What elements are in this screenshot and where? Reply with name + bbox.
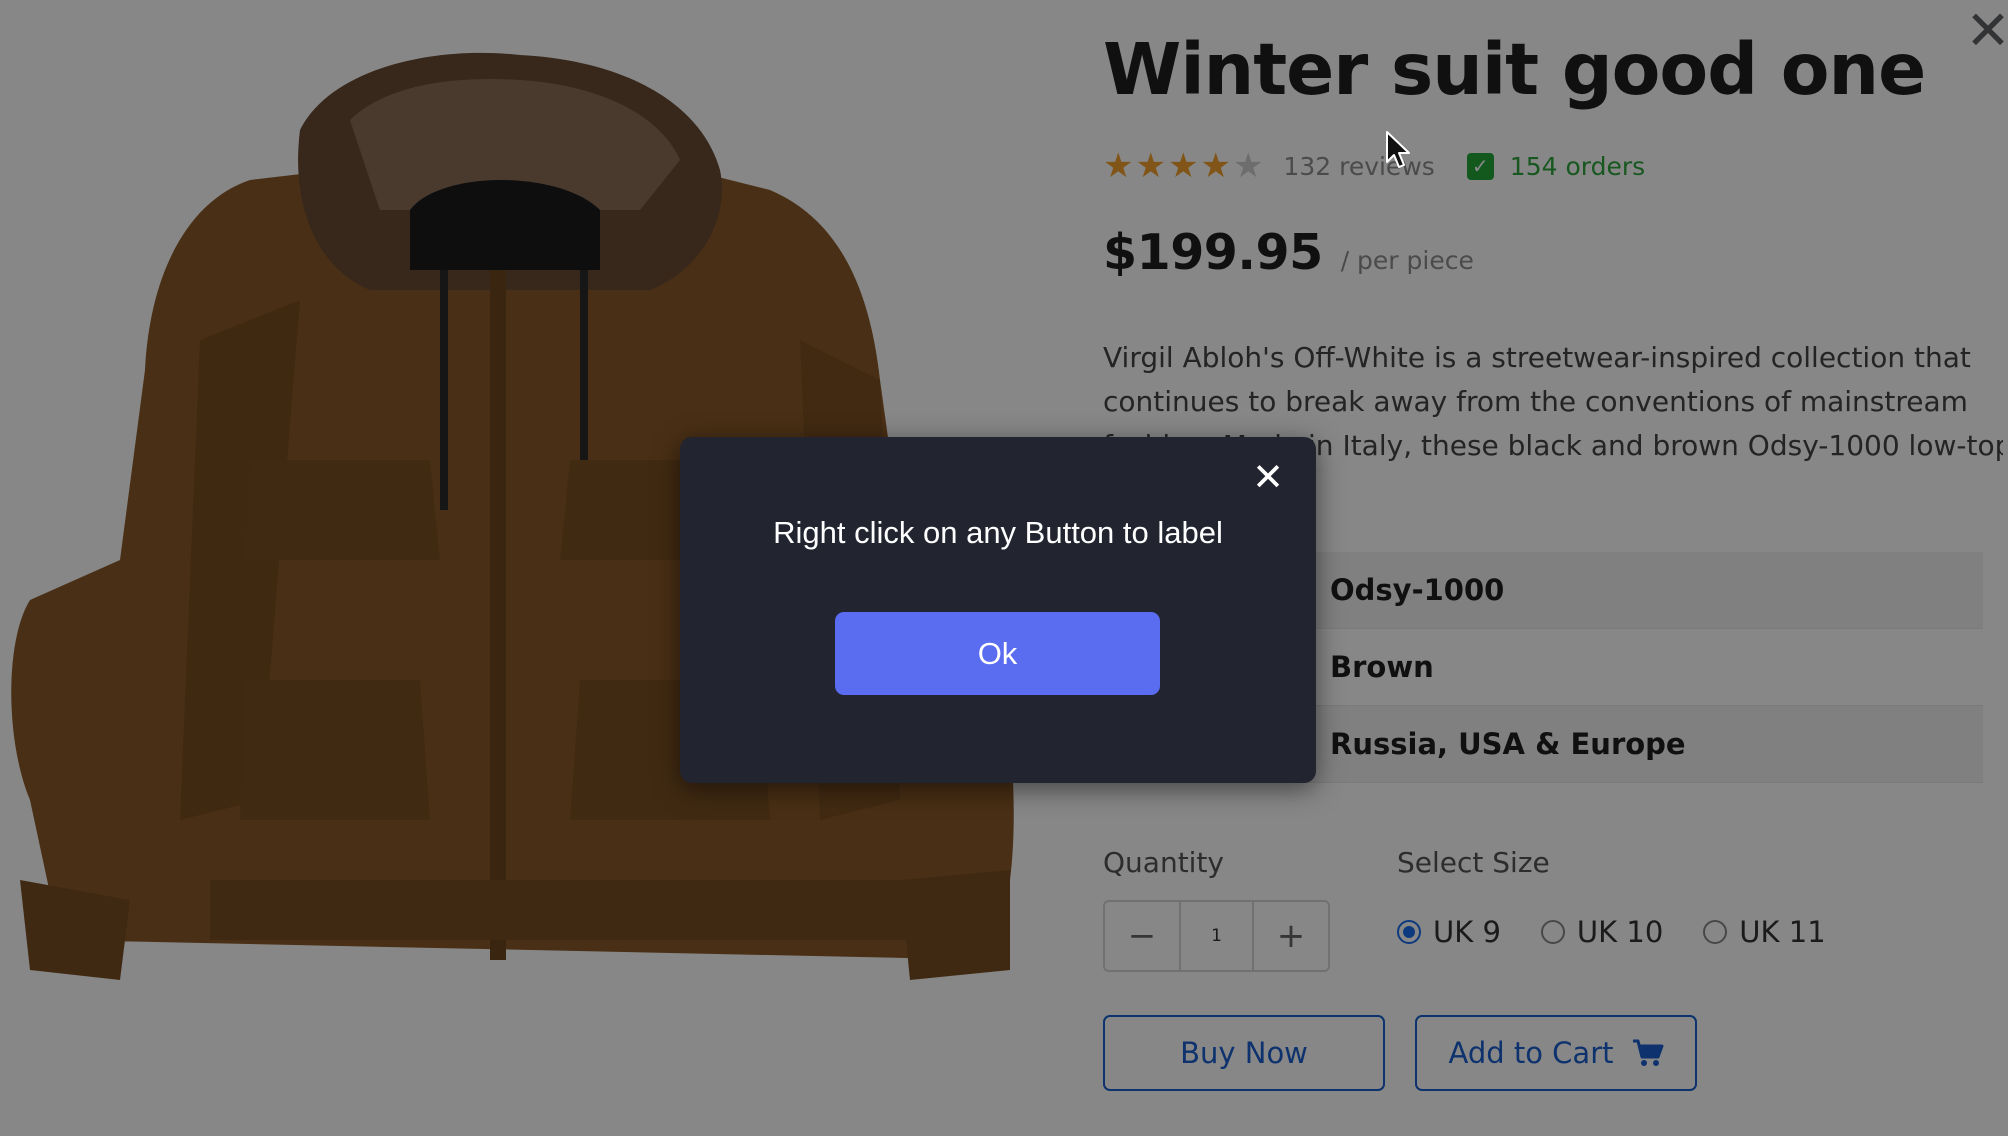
label-hint-dialog: ✕ Right click on any Button to label Ok — [680, 437, 1316, 783]
product-page: ✕ Winter suit good one ★ ★ ★ ★ ★ 132 rev… — [0, 0, 2008, 1136]
close-icon[interactable]: ✕ — [1248, 457, 1288, 497]
mouse-pointer-icon — [1386, 131, 1410, 168]
dialog-message: Right click on any Button to label — [773, 515, 1223, 550]
ok-button[interactable]: Ok — [835, 612, 1160, 695]
